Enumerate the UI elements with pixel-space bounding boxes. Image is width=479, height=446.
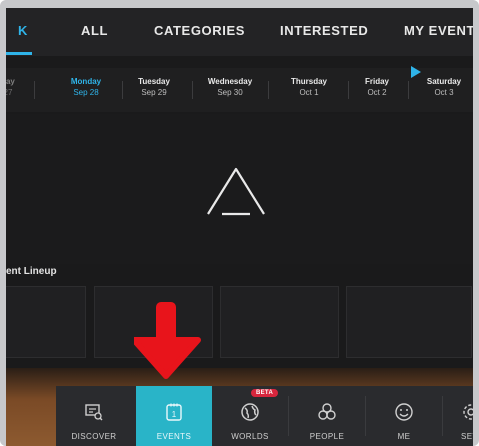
day-strip: day27 MondaySep 28 TuesdaySep 29 Wednesd… <box>6 68 473 112</box>
day-item[interactable]: day27 <box>6 76 48 98</box>
nav-label: EVENTS <box>156 432 192 441</box>
beta-badge: BETA <box>251 389 279 397</box>
tab-my-events[interactable]: MY EVENTS <box>404 23 473 38</box>
calendar-icon: 1 <box>166 403 182 421</box>
triangle-logo-icon <box>207 167 265 216</box>
lineup-tile[interactable] <box>220 286 339 358</box>
globe-icon <box>241 403 259 421</box>
app-screen: K ALL CATEGORIES INTERESTED MY EVENTS da… <box>6 8 473 446</box>
lineup-tile[interactable] <box>6 286 86 358</box>
day-divider <box>34 81 35 99</box>
nav-label: ME <box>397 432 411 441</box>
nav-label: DISCOVER <box>71 432 117 441</box>
nav-label: SET <box>461 432 473 441</box>
nav-item-me[interactable]: ME <box>366 386 442 446</box>
day-item-tuesday[interactable]: Tuesday Sep 29 <box>114 76 194 98</box>
hero-area <box>6 114 473 264</box>
tab-interested[interactable]: INTERESTED <box>280 23 368 38</box>
nav-item-discover[interactable]: DISCOVER <box>56 386 132 446</box>
now-marker-icon <box>411 66 421 78</box>
tab-all[interactable]: ALL <box>81 23 108 38</box>
day-item-wednesday[interactable]: Wednesday Sep 30 <box>190 76 270 98</box>
nav-label: WORLDS <box>231 432 269 441</box>
lineup-tile[interactable] <box>346 286 472 358</box>
day-item-saturday[interactable]: Saturday Oct 3 <box>404 76 473 98</box>
lineup-title: ent Lineup <box>6 266 57 277</box>
people-icon <box>318 403 336 420</box>
tab-categories[interactable]: CATEGORIES <box>154 23 245 38</box>
nav-item-events[interactable]: 1 EVENTS <box>136 386 212 446</box>
tab-active-underline <box>6 52 32 55</box>
svg-text:1: 1 <box>172 410 177 419</box>
discover-icon <box>85 404 103 421</box>
smiley-icon <box>395 403 413 421</box>
nav-label: PEOPLE <box>309 432 345 441</box>
red-arrow-icon <box>134 302 201 379</box>
top-nav: K ALL CATEGORIES INTERESTED MY EVENTS <box>6 8 473 56</box>
nav-item-settings[interactable]: SET <box>443 386 473 446</box>
nav-item-people[interactable]: PEOPLE <box>289 386 365 446</box>
bottom-nav: DISCOVER 1 EVENTS WORLDS BETA PEOPLE ME … <box>56 386 473 446</box>
device-frame: K ALL CATEGORIES INTERESTED MY EVENTS da… <box>0 0 479 446</box>
gear-icon <box>463 404 473 420</box>
tab-back[interactable]: K <box>18 23 28 38</box>
